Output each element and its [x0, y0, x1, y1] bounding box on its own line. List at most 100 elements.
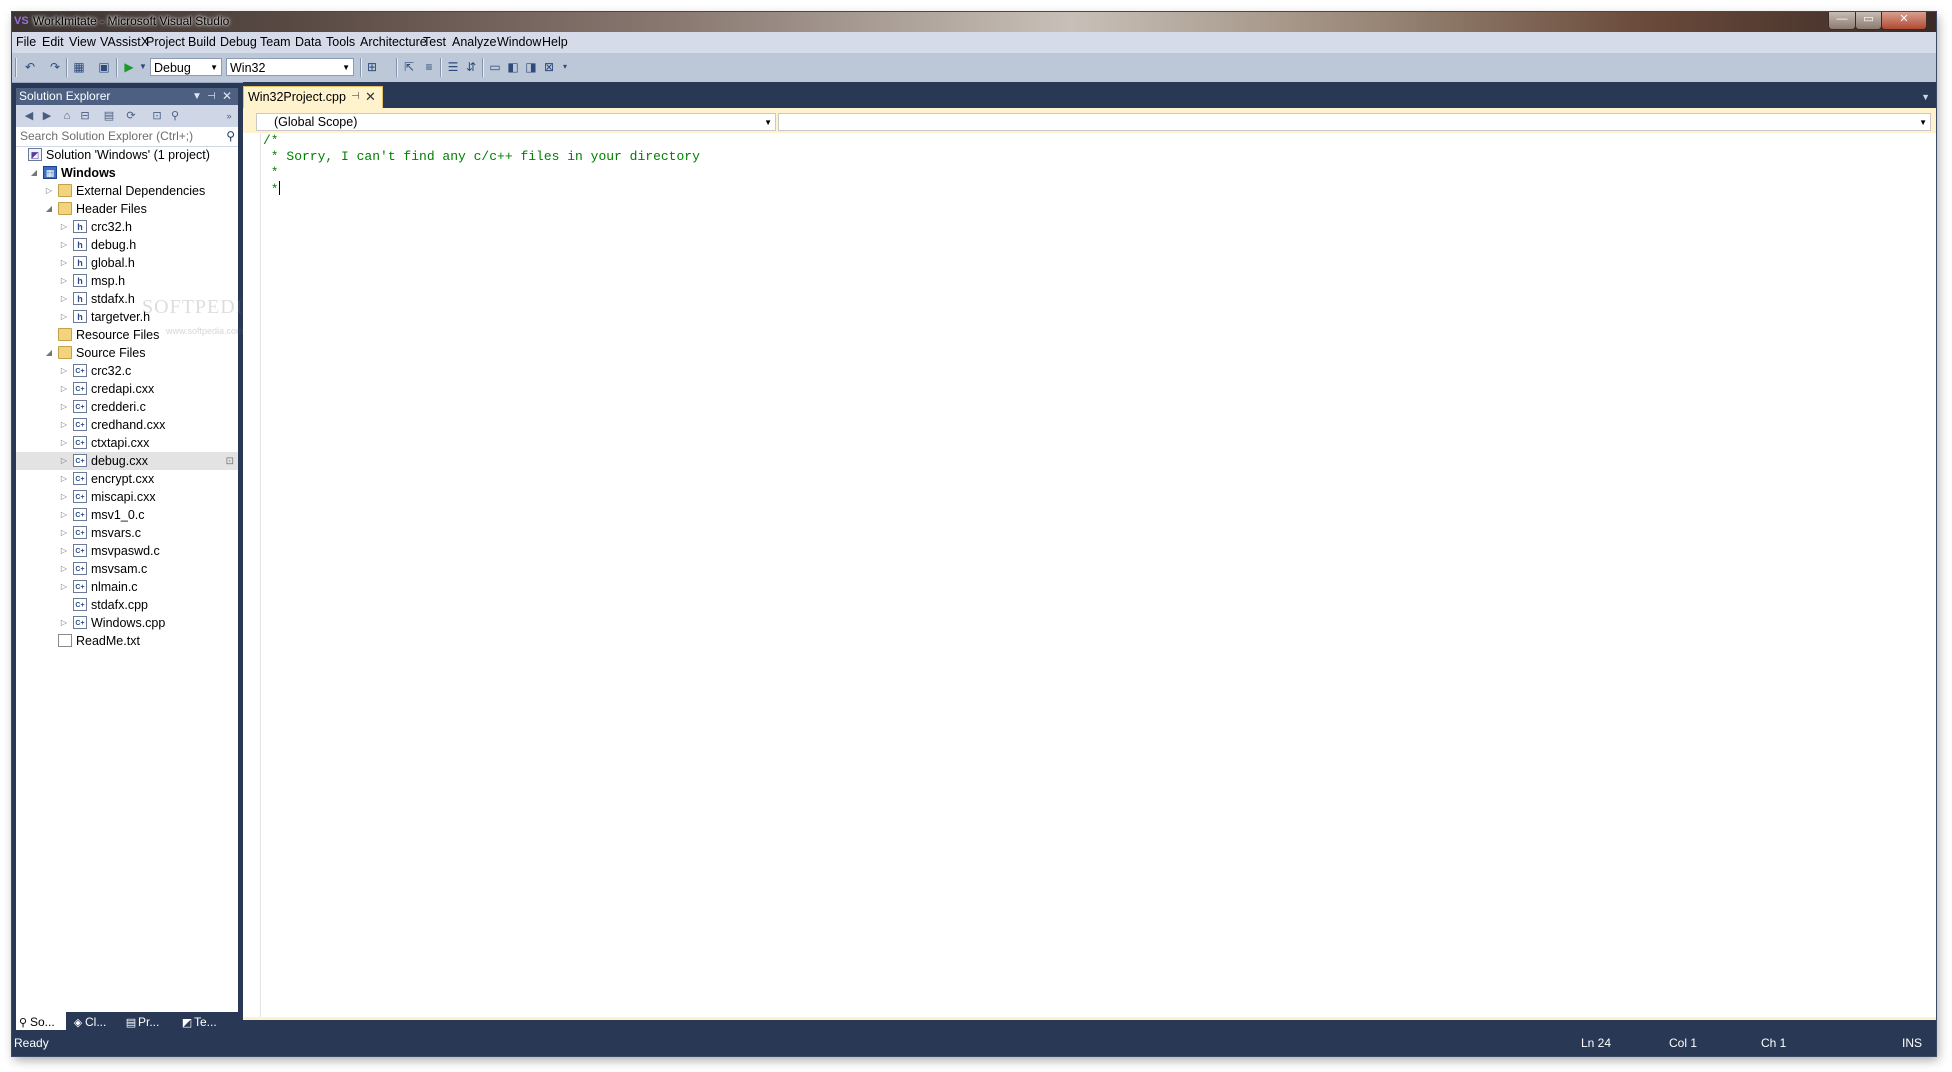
tree-item[interactable]: ▷ External Dependencies: [16, 182, 238, 200]
expander-icon[interactable]: ◢: [44, 344, 54, 362]
tree-item[interactable]: ▷ C+ Windows.cpp: [16, 614, 238, 632]
tree-item[interactable]: ▷ C+ msv1_0.c: [16, 506, 238, 524]
toolbar-overflow-icon[interactable]: »: [222, 109, 236, 123]
menu-tools[interactable]: Tools: [326, 35, 355, 49]
expander-icon[interactable]: ▷: [59, 272, 69, 290]
tree-item[interactable]: ▷ C+ credderi.c: [16, 398, 238, 416]
tree-item[interactable]: ▷ h crc32.h: [16, 218, 238, 236]
menu-edit[interactable]: Edit: [42, 35, 64, 49]
bookmark-icon[interactable]: ▭: [488, 60, 502, 74]
expander-icon[interactable]: ▷: [59, 236, 69, 254]
expander-icon[interactable]: ▷: [59, 560, 69, 578]
outdent-icon[interactable]: ⇵: [464, 60, 478, 74]
find-in-files-icon[interactable]: ⊞: [365, 60, 379, 74]
tab-win32project-cpp[interactable]: Win32Project.cpp ⊣ ✕: [243, 86, 383, 108]
expander-icon[interactable]: ▷: [59, 470, 69, 488]
expander-icon[interactable]: ▷: [59, 542, 69, 560]
tree-item[interactable]: ▷ C+ credhand.cxx: [16, 416, 238, 434]
solution-configuration-select[interactable]: Debug ▼: [150, 58, 222, 76]
close-icon[interactable]: ✕: [222, 88, 232, 105]
tree-item[interactable]: ◢ Source Files: [16, 344, 238, 362]
close-button[interactable]: ✕: [1881, 12, 1927, 30]
tree-item[interactable]: C+ stdafx.cpp: [16, 596, 238, 614]
menu-debug[interactable]: Debug: [220, 35, 257, 49]
menu-vassistx[interactable]: VAssistX: [100, 35, 149, 49]
toolbar-grip[interactable]: [15, 58, 17, 77]
expander-icon[interactable]: ▷: [59, 524, 69, 542]
preview-icon[interactable]: ⊡: [226, 453, 234, 471]
menu-window[interactable]: Window: [497, 35, 541, 49]
panel-menu-icon[interactable]: ▼: [192, 88, 202, 105]
expander-icon[interactable]: ▷: [59, 614, 69, 632]
expander-icon[interactable]: ▷: [59, 290, 69, 308]
tree-item[interactable]: ▷ C+ msvsam.c: [16, 560, 238, 578]
next-bookmark-icon[interactable]: ◨: [524, 60, 538, 74]
expander-icon[interactable]: ▷: [59, 398, 69, 416]
menu-analyze[interactable]: Analyze: [452, 35, 496, 49]
view-code-icon[interactable]: ⚲: [168, 109, 182, 123]
expander-icon[interactable]: ▷: [59, 308, 69, 326]
expander-icon[interactable]: ▷: [59, 488, 69, 506]
active-files-dropdown-icon[interactable]: ▼: [1921, 92, 1930, 102]
tree-item[interactable]: ▷ C+ msvpaswd.c: [16, 542, 238, 560]
show-all-files-icon[interactable]: ▤: [102, 109, 116, 123]
tree-item[interactable]: ReadMe.txt: [16, 632, 238, 650]
expander-icon[interactable]: ▷: [59, 434, 69, 452]
clear-bookmarks-icon[interactable]: ⊠: [542, 60, 556, 74]
expander-icon[interactable]: ◢: [44, 200, 54, 218]
minimize-button[interactable]: —: [1828, 12, 1856, 30]
menu-project[interactable]: Project: [146, 35, 185, 49]
code-text[interactable]: /* * Sorry, I can't find any c/c++ files…: [263, 133, 700, 198]
toolbar-overflow-icon[interactable]: ▾: [558, 60, 572, 74]
properties-icon[interactable]: ⊡: [150, 109, 164, 123]
expander-icon[interactable]: ◢: [29, 164, 39, 182]
expander-icon[interactable]: ▷: [59, 578, 69, 596]
pin-icon[interactable]: ⊣: [351, 87, 360, 107]
maximize-button[interactable]: ▭: [1855, 12, 1882, 30]
menu-file[interactable]: File: [16, 35, 36, 49]
indent-icon[interactable]: ☰: [446, 60, 460, 74]
tree-item[interactable]: ▷ C+ debug.cxx ⊡: [16, 452, 238, 470]
home-icon[interactable]: ⌂: [60, 109, 74, 123]
expander-icon[interactable]: ▷: [44, 182, 54, 200]
menu-view[interactable]: View: [69, 35, 96, 49]
menu-architecture[interactable]: Architecture: [360, 35, 427, 49]
tree-item[interactable]: ▷ C+ encrypt.cxx: [16, 470, 238, 488]
tree-item[interactable]: ▷ h debug.h: [16, 236, 238, 254]
member-select[interactable]: ▼: [778, 113, 1931, 131]
save-all-icon[interactable]: ▣: [97, 60, 111, 74]
expander-icon[interactable]: ▷: [59, 254, 69, 272]
tree-item[interactable]: ◢ Header Files: [16, 200, 238, 218]
solution-platform-select[interactable]: Win32 ▼: [226, 58, 354, 76]
pin-icon[interactable]: ⊣: [207, 88, 216, 105]
start-debugging-icon[interactable]: ▶: [122, 60, 136, 74]
undo-icon[interactable]: ↶: [23, 60, 37, 74]
search-solution-explorer-input[interactable]: Search Solution Explorer (Ctrl+;) ⚲: [16, 127, 238, 147]
tree-item[interactable]: ▷ C+ miscapi.cxx: [16, 488, 238, 506]
comment-icon[interactable]: ≡: [422, 60, 436, 74]
expander-icon[interactable]: ▷: [59, 362, 69, 380]
new-project-icon[interactable]: ▦: [72, 60, 86, 74]
refresh-icon[interactable]: ⟳: [124, 109, 138, 123]
expander-icon[interactable]: ▷: [59, 218, 69, 236]
tree-item[interactable]: ▷ C+ credapi.cxx: [16, 380, 238, 398]
tree-item[interactable]: ▷ C+ crc32.c: [16, 362, 238, 380]
close-tab-icon[interactable]: ✕: [365, 87, 376, 107]
menu-team[interactable]: Team: [260, 35, 291, 49]
back-icon[interactable]: ◀: [22, 109, 36, 123]
start-dropdown-icon[interactable]: ▼: [136, 60, 150, 74]
tree-item[interactable]: ◩ Solution 'Windows' (1 project): [16, 146, 238, 164]
menu-test[interactable]: Test: [423, 35, 446, 49]
tree-item[interactable]: ▷ C+ msvars.c: [16, 524, 238, 542]
pointer-icon[interactable]: ⇱: [402, 60, 416, 74]
menu-help[interactable]: Help: [542, 35, 568, 49]
forward-icon[interactable]: ▶: [40, 109, 54, 123]
tree-item[interactable]: ▷ h global.h: [16, 254, 238, 272]
previous-bookmark-icon[interactable]: ◧: [506, 60, 520, 74]
redo-icon[interactable]: ↷: [48, 60, 62, 74]
tree-item[interactable]: ◢ ▦ Windows: [16, 164, 238, 182]
expander-icon[interactable]: ▷: [59, 380, 69, 398]
expander-icon[interactable]: ▷: [59, 452, 69, 470]
expander-icon[interactable]: ▷: [59, 416, 69, 434]
scope-select[interactable]: (Global Scope) ▼: [256, 113, 776, 131]
